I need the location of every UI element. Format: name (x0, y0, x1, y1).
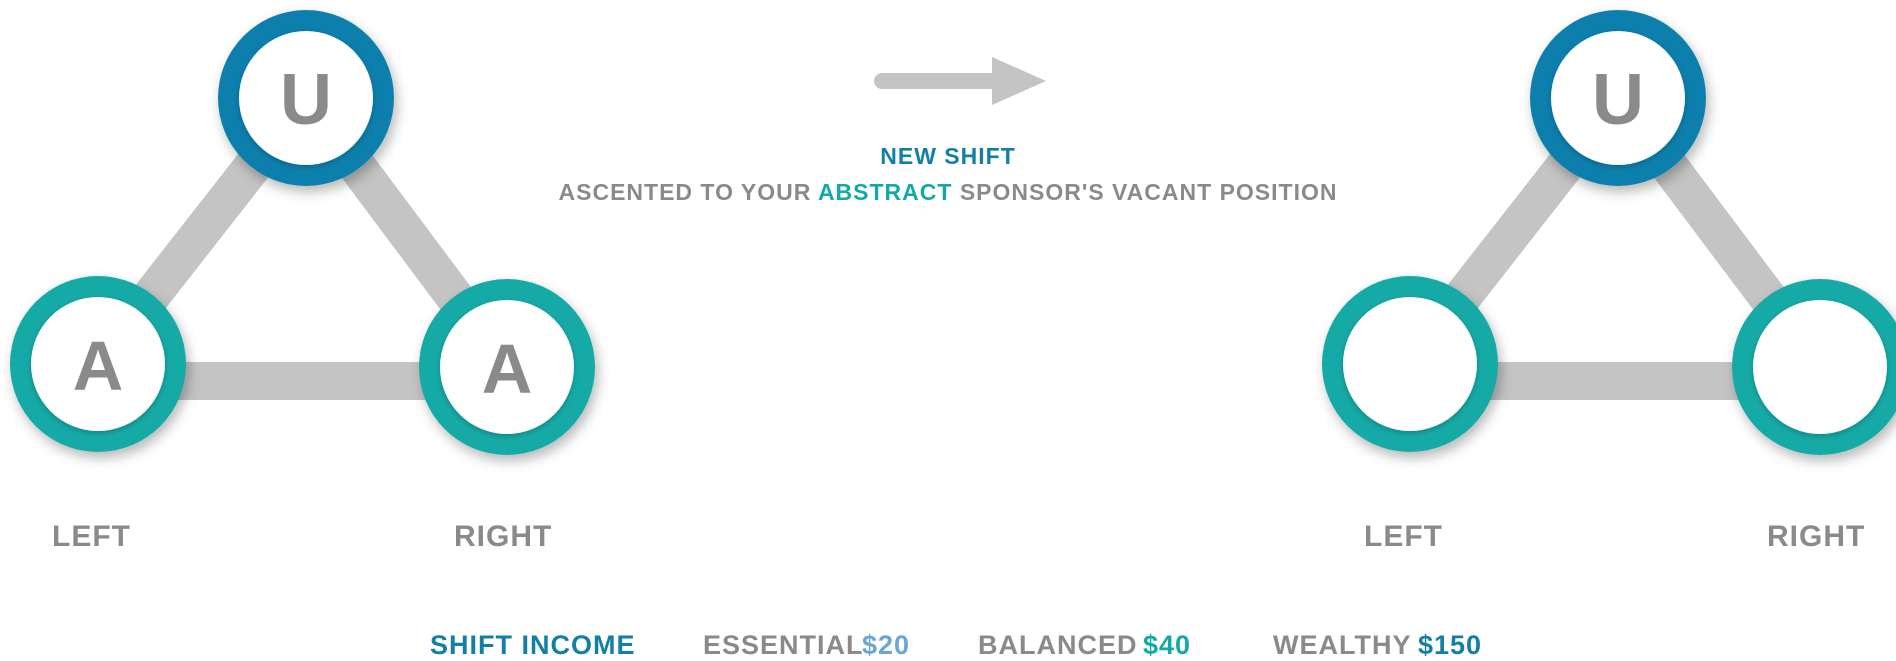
left-node-center-empty (1343, 297, 1477, 431)
left-node-letter: A (73, 327, 124, 405)
shift-diagram: U A A U (10, 10, 1896, 455)
right-node-center-empty (1753, 300, 1887, 434)
tier-name-essential: ESSENTIAL (703, 630, 864, 660)
new-shift-subtitle: ASCENTED TO YOUR ABSTRACT SPONSOR'S VACA… (0, 179, 1896, 206)
tier-value-balanced: $40 (1143, 630, 1192, 660)
new-shift-title: NEW SHIFT (880, 143, 1016, 169)
right-arrow-icon (874, 57, 1046, 105)
left-triangle: U A A (10, 10, 595, 455)
right-triangle: U (1322, 10, 1896, 455)
right-triangle-left-label: LEFT (1364, 520, 1443, 553)
left-node (1322, 276, 1498, 452)
subtitle-after: SPONSOR'S VACANT POSITION (959, 179, 1338, 205)
subtitle-accent: ABSTRACT (817, 179, 953, 205)
right-node-letter: A (482, 330, 533, 408)
subtitle-before: ASCENTED TO YOUR (558, 179, 812, 205)
right-node: A (419, 279, 595, 455)
upline-node-letter: U (1592, 60, 1644, 140)
left-triangle-right-label: RIGHT (454, 520, 553, 553)
left-triangle-left-label: LEFT (52, 520, 131, 553)
left-node: A (10, 276, 186, 452)
upline-node-letter: U (280, 60, 332, 140)
shift-income-row: SHIFT INCOME ESSENTIAL $20 BALANCED $40 … (0, 630, 1896, 660)
shift-income-title: SHIFT INCOME (430, 630, 636, 660)
right-triangle-right-label: RIGHT (1767, 520, 1866, 553)
tier-value-wealthy: $150 (1418, 630, 1483, 660)
tier-name-balanced: BALANCED (978, 630, 1138, 660)
tier-name-wealthy: WEALTHY (1273, 630, 1412, 660)
tier-value-essential: $20 (862, 630, 911, 660)
arrow-head (992, 57, 1046, 105)
